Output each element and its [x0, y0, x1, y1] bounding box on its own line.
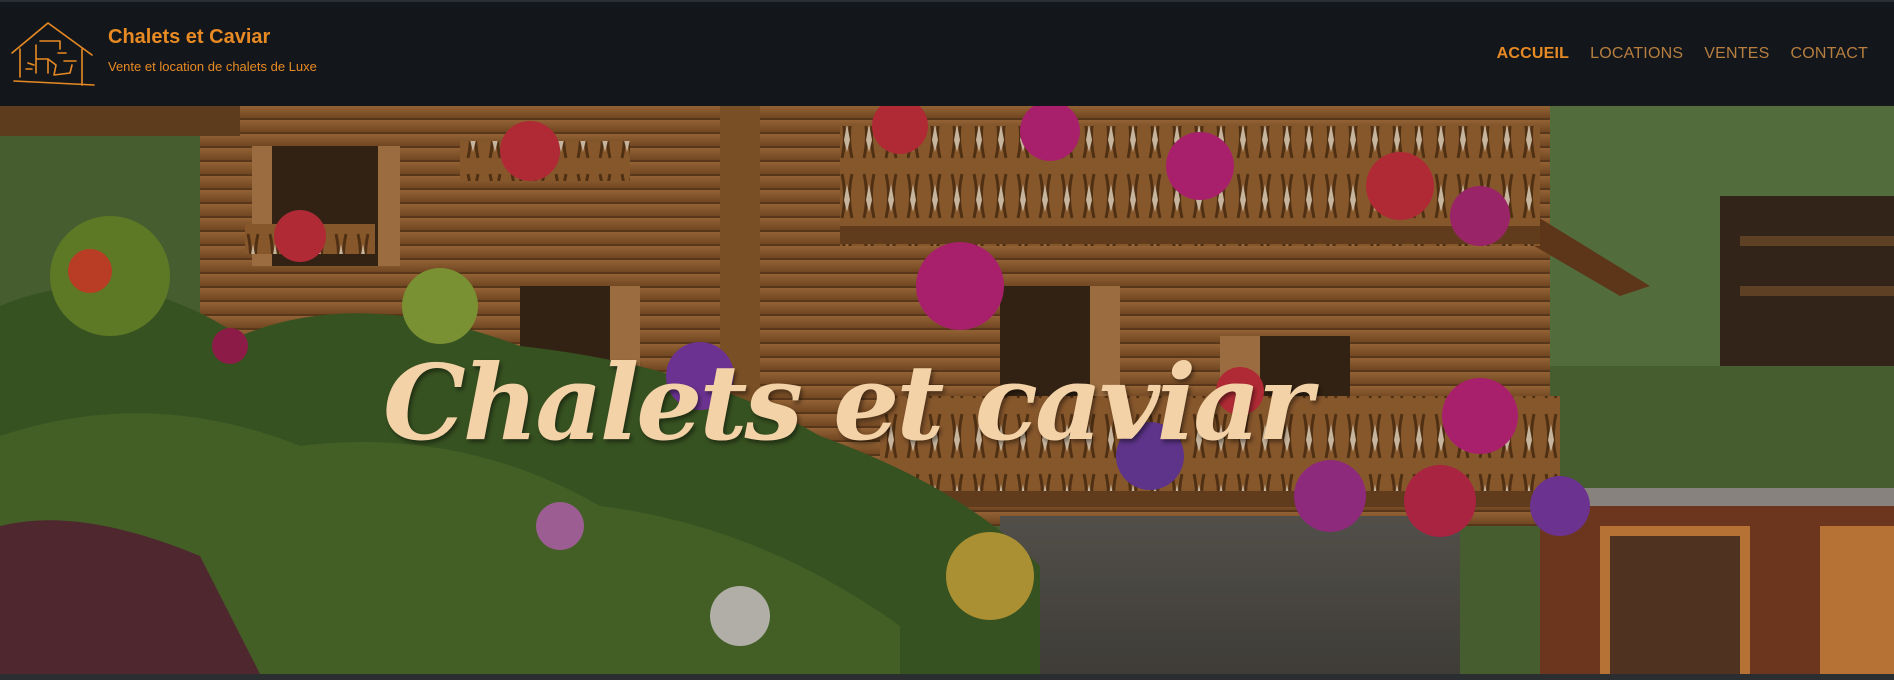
nav-link-accueil[interactable]: ACCUEIL [1497, 45, 1570, 63]
top-navbar: Chalets et Caviar Vente et location de c… [0, 0, 1894, 106]
main-navigation: ACCUEIL LOCATIONS VENTES CONTACT [1497, 45, 1868, 63]
hero-title: Chalets et caviar [383, 341, 1313, 464]
brand-tagline: Vente et location de chalets de Luxe [108, 59, 317, 74]
nav-link-contact[interactable]: CONTACT [1790, 45, 1868, 63]
nav-link-locations[interactable]: LOCATIONS [1590, 45, 1683, 63]
hero-banner: Chalets et caviar [0, 106, 1894, 674]
chalet-logo-icon[interactable] [10, 19, 96, 89]
nav-link-ventes[interactable]: VENTES [1704, 45, 1769, 63]
brand[interactable]: Chalets et Caviar Vente et location de c… [10, 19, 317, 89]
page-bottom-edge [0, 674, 1894, 680]
brand-text: Chalets et Caviar Vente et location de c… [108, 26, 317, 74]
brand-name[interactable]: Chalets et Caviar [108, 26, 317, 49]
